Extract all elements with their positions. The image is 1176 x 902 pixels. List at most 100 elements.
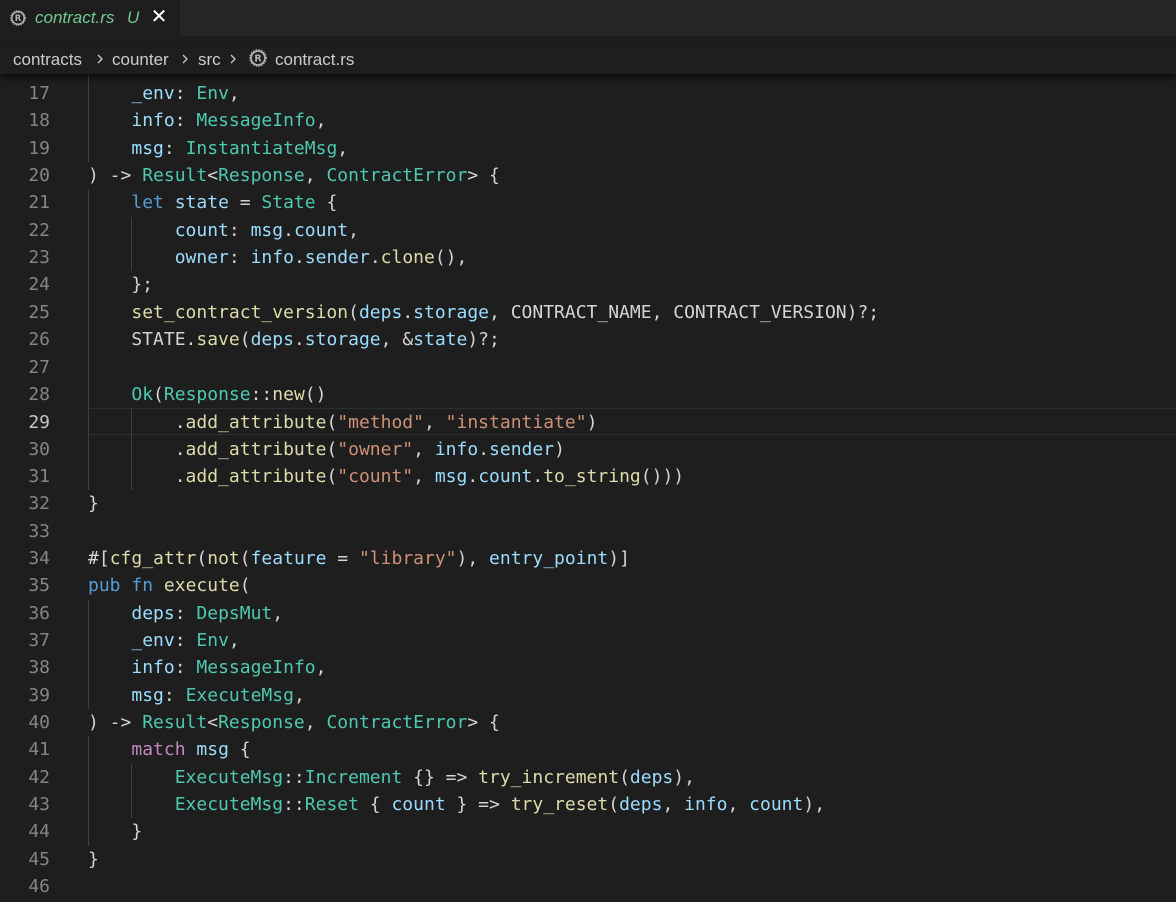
code-token: , bbox=[315, 110, 327, 132]
code-line[interactable]: 45} bbox=[0, 846, 1176, 873]
code-token: MessageInfo bbox=[196, 110, 316, 132]
code-token: ), bbox=[456, 547, 490, 569]
code-line[interactable]: 25 set_contract_version(deps.storage, CO… bbox=[0, 299, 1176, 326]
code-token: . bbox=[88, 412, 186, 434]
code-token: = bbox=[228, 192, 262, 214]
code-token: match bbox=[131, 739, 186, 761]
tab-contract-rs[interactable]: R contract.rs U ✕ bbox=[0, 0, 180, 36]
line-number: 40 bbox=[28, 712, 50, 734]
code-line[interactable]: 22 count: msg.count, bbox=[0, 217, 1176, 244]
code-token: : bbox=[174, 110, 197, 132]
code-token: state bbox=[413, 329, 468, 351]
code-token: , bbox=[272, 602, 284, 624]
close-icon[interactable]: ✕ bbox=[149, 6, 169, 28]
code-editor[interactable]: 17 _env: Env, 18 info: MessageInfo, 19 msg… bbox=[0, 74, 1176, 902]
code-line[interactable]: 20) -> Result<Response, ContractError> { bbox=[0, 162, 1176, 189]
code-token: state bbox=[174, 192, 229, 214]
code-token: : bbox=[174, 602, 197, 624]
code-line[interactable]: 41 match msg { bbox=[0, 736, 1176, 763]
code-token: info bbox=[131, 110, 175, 132]
code-line[interactable]: 17 _env: Env, bbox=[0, 80, 1176, 107]
code-token: execute bbox=[163, 575, 240, 597]
code-line[interactable]: 37 _env: Env, bbox=[0, 627, 1176, 654]
code-token: , bbox=[315, 657, 327, 679]
code-token: ())) bbox=[640, 465, 685, 487]
code-token: :: bbox=[283, 766, 305, 788]
code-text: _env: Env, bbox=[88, 627, 239, 654]
code-line[interactable]: 24 }; bbox=[0, 271, 1176, 298]
code-line[interactable]: 42 ExecuteMsg::Increment {} => try_incre… bbox=[0, 764, 1176, 791]
code-token: info bbox=[434, 438, 479, 460]
breadcrumb-item-contract-rs[interactable]: contract.rs bbox=[275, 50, 354, 70]
code-token: info bbox=[131, 657, 175, 679]
code-token: clone bbox=[380, 247, 435, 269]
code-token: Response bbox=[218, 712, 305, 734]
code-line[interactable]: 18 info: MessageInfo, bbox=[0, 107, 1176, 134]
code-token: , & bbox=[380, 329, 414, 351]
code-token: , bbox=[413, 465, 435, 487]
code-token: Response bbox=[218, 165, 305, 187]
code-text: owner: info.sender.clone(), bbox=[88, 244, 468, 271]
code-token: ) bbox=[586, 412, 598, 434]
line-number: 46 bbox=[28, 876, 50, 898]
code-line[interactable]: 23 owner: info.sender.clone(), bbox=[0, 244, 1176, 271]
code-token: > { bbox=[467, 165, 500, 187]
breadcrumb-item-src[interactable]: src bbox=[198, 50, 221, 70]
code-token: "count" bbox=[337, 465, 414, 487]
code-text: } bbox=[88, 490, 99, 517]
code-line[interactable]: 40) -> Result<Response, ContractError> { bbox=[0, 709, 1176, 736]
code-token: . bbox=[402, 301, 414, 323]
code-line[interactable]: 36 deps: DepsMut, bbox=[0, 600, 1176, 627]
code-token: cfg_attr bbox=[109, 547, 197, 569]
line-number: 31 bbox=[28, 465, 50, 487]
line-number: 32 bbox=[28, 493, 50, 515]
breadcrumb-item-counter[interactable]: counter bbox=[112, 50, 169, 70]
code-line[interactable]: 27 bbox=[0, 354, 1176, 381]
code-line[interactable]: 39 msg: ExecuteMsg, bbox=[0, 682, 1176, 709]
code-line[interactable]: 44 } bbox=[0, 818, 1176, 845]
code-token: add_attribute bbox=[185, 438, 327, 460]
code-token: "owner" bbox=[337, 438, 414, 460]
code-line[interactable]: 26 STATE.save(deps.storage, &state)?; bbox=[0, 326, 1176, 353]
code-text: msg: ExecuteMsg, bbox=[88, 682, 304, 709]
code-token: deps bbox=[629, 766, 674, 788]
line-number: 27 bbox=[28, 356, 50, 378]
code-line[interactable]: 30 .add_attribute("owner", info.sender) bbox=[0, 436, 1176, 463]
code-token: ), bbox=[803, 794, 826, 816]
code-token: ) -> bbox=[88, 712, 143, 734]
code-line[interactable]: 43 ExecuteMsg::Reset { count } => try_re… bbox=[0, 791, 1176, 818]
code-line[interactable]: 46 bbox=[0, 873, 1176, 900]
svg-text:R: R bbox=[254, 54, 262, 65]
code-line[interactable]: 21 let state = State { bbox=[0, 189, 1176, 216]
code-line[interactable]: 35 pub fn execute( bbox=[0, 572, 1176, 599]
code-line[interactable]: 33 bbox=[0, 518, 1176, 545]
code-token: #[ bbox=[88, 547, 110, 569]
code-token: DepsMut bbox=[196, 602, 273, 624]
chevron-right-icon bbox=[95, 50, 105, 68]
line-number: 19 bbox=[28, 137, 50, 159]
code-token: , bbox=[662, 794, 685, 816]
code-token: ExecuteMsg bbox=[185, 684, 294, 706]
code-line[interactable]: 28 Ok(Response::new() bbox=[0, 381, 1176, 408]
code-token: _env bbox=[131, 630, 175, 651]
code-token: ( bbox=[153, 383, 164, 405]
code-line[interactable]: 34 #[cfg_attr(not(feature = "library"), e… bbox=[0, 545, 1176, 572]
code-line[interactable]: 29 .add_attribute("method", "instantiate… bbox=[28, 408, 1176, 436]
code-text: .add_attribute("method", "instantiate") bbox=[88, 409, 598, 436]
code-line[interactable]: 31 .add_attribute("count", msg.count.to_… bbox=[0, 463, 1176, 490]
code-token: ( bbox=[348, 301, 359, 323]
line-number: 18 bbox=[28, 110, 50, 132]
code-text: ExecuteMsg::Reset { count } => try_reset… bbox=[88, 791, 825, 818]
code-token: Env bbox=[196, 83, 229, 104]
code-line[interactable]: 32} bbox=[0, 490, 1176, 517]
code-line[interactable]: 19 msg: InstantiateMsg, bbox=[0, 135, 1176, 162]
code-text: ) -> Result<Response, ContractError> { bbox=[88, 162, 500, 189]
code-line[interactable]: 38 info: MessageInfo, bbox=[0, 654, 1176, 681]
line-number: 45 bbox=[28, 848, 50, 870]
code-text: } bbox=[88, 818, 142, 845]
breadcrumb-item-contracts[interactable]: contracts bbox=[13, 50, 82, 70]
code-text: _env: Env, bbox=[88, 80, 239, 107]
code-token: new bbox=[272, 383, 305, 405]
